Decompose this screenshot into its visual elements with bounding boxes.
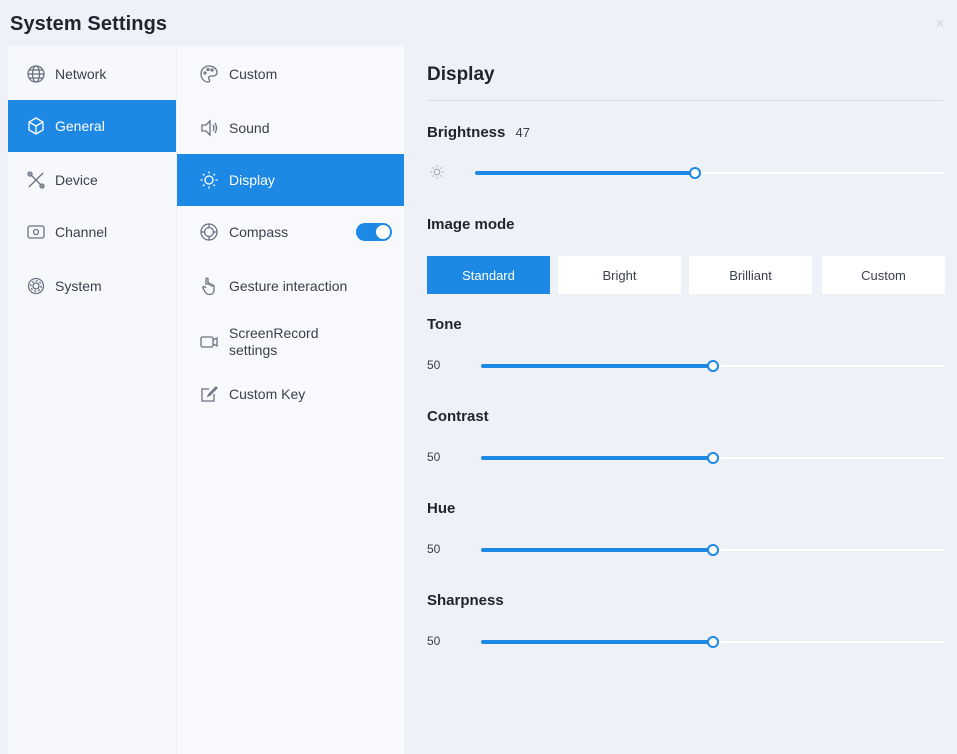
tone-slider[interactable]: 50 [427,356,957,376]
subnav-item-display[interactable]: Display [177,154,404,206]
panel-title: Display [427,64,495,85]
tools-icon [25,169,47,191]
subnav-label-line2: settings [229,342,278,358]
slider-fill [481,640,713,644]
contrast-label: Contrast [427,408,489,425]
contrast-slider[interactable]: 50 [427,448,957,468]
nav-item-device[interactable]: Device [8,154,176,206]
brightness-slider[interactable] [427,163,957,183]
globe-icon [25,63,47,85]
divider [427,100,943,101]
mode-custom-button[interactable]: Custom [822,256,945,294]
display-panel: Display Brightness 47 Image mode Standar… [405,46,957,754]
subnav-label-line1: ScreenRecord [229,325,319,341]
nav-label: Channel [55,224,108,240]
subnav-item-screenrecord-settings[interactable]: ScreenRecord settings [177,314,404,370]
tone-value: 50 [427,358,441,372]
mode-standard-button[interactable]: Standard [427,256,550,294]
speaker-icon [198,117,220,139]
subnav-label: Compass [229,224,289,240]
slider-fill [481,364,713,368]
slider-fill [481,456,713,460]
nav-label: System [55,278,102,294]
slider-track[interactable] [481,452,944,464]
close-icon[interactable]: × [933,16,947,30]
slider-track[interactable] [481,636,944,648]
slider-thumb[interactable] [706,452,719,464]
nav-label: General [55,118,105,134]
nav-item-general[interactable]: General [8,100,176,152]
image-mode-options: Standard Bright Brilliant Custom [427,256,945,294]
slider-track[interactable] [481,544,944,556]
compass-icon [198,221,220,243]
nav-item-system[interactable]: System [8,260,176,312]
nav-item-network[interactable]: Network [8,48,176,100]
slider-thumb[interactable] [688,167,701,179]
main-nav: Network General Device Channel System [8,46,176,754]
subnav-label: ScreenRecord settings [229,325,319,359]
subnav-item-custom[interactable]: Custom [177,48,404,100]
cube-icon [25,115,47,137]
nav-label: Device [55,172,98,188]
slider-fill [475,171,695,175]
camera-icon [198,331,220,353]
subnav-label: Gesture interaction [229,278,348,294]
sun-icon [198,169,220,191]
mode-brilliant-button[interactable]: Brilliant [689,256,812,294]
slider-fill [481,548,713,552]
hue-slider[interactable]: 50 [427,540,957,560]
contrast-value: 50 [427,450,441,464]
subnav-label: Custom Key [229,386,306,402]
nav-item-channel[interactable]: Channel [8,206,176,258]
settings-window: System Settings × Network General Device… [0,0,957,754]
sharpness-label: Sharpness [427,592,504,609]
brightness-sun-icon [430,165,444,179]
subnav-item-custom-key[interactable]: Custom Key [177,368,404,420]
subnav-item-gesture-interaction[interactable]: Gesture interaction [177,260,404,312]
slider-thumb[interactable] [706,360,719,372]
input-icon [25,221,47,243]
sub-nav: Custom Sound Display Compass Gesture int… [177,46,404,754]
mode-bright-button[interactable]: Bright [558,256,681,294]
compass-toggle[interactable] [356,223,392,241]
tone-label: Tone [427,316,462,333]
window-title: System Settings [10,13,168,35]
hue-value: 50 [427,542,441,556]
slider-track[interactable] [475,167,943,179]
slider-track[interactable] [481,360,944,372]
sharpness-slider[interactable]: 50 [427,632,957,652]
toggle-knob [376,225,390,239]
nav-label: Network [55,66,107,82]
gear-icon [25,275,47,297]
subnav-item-sound[interactable]: Sound [177,102,404,154]
brightness-title: Brightness [427,124,506,141]
hand-icon [198,275,220,297]
brightness-value: 47 [515,125,530,140]
edit-icon [198,383,220,405]
slider-thumb[interactable] [706,544,719,556]
subnav-item-compass[interactable]: Compass [177,206,404,258]
subnav-label: Sound [229,120,270,136]
palette-icon [198,63,220,85]
image-mode-label: Image mode [427,216,515,233]
slider-thumb[interactable] [706,636,719,648]
title-bar: System Settings × [0,0,957,46]
subnav-label: Display [229,172,275,188]
sharpness-value: 50 [427,634,441,648]
hue-label: Hue [427,500,456,517]
subnav-label: Custom [229,66,278,82]
brightness-label: Brightness 47 [427,124,530,141]
